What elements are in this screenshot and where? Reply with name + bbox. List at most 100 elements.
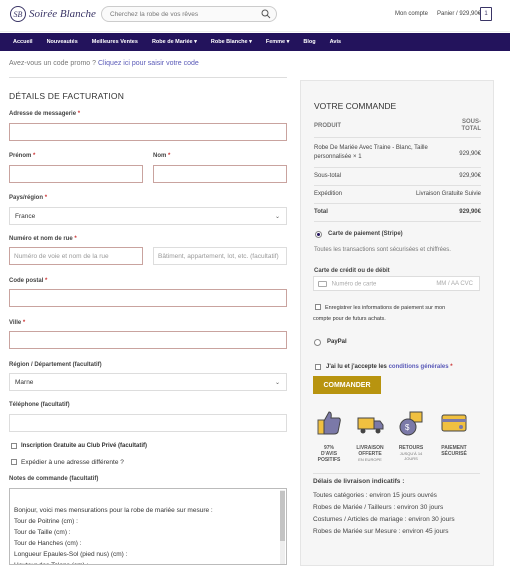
email-field[interactable] bbox=[9, 123, 287, 141]
region-label: Région / Département (facultatif) bbox=[9, 362, 102, 368]
feature-free-delivery: LIVRAISON OFFERTE EN EUROPE bbox=[352, 408, 388, 462]
billing-title: DÉTAILS DE FACTURATION bbox=[9, 91, 125, 101]
logo[interactable]: SB Soirée Blanche bbox=[10, 6, 96, 22]
nav-item-meilleures-ventes[interactable]: Meilleures Ventes bbox=[92, 39, 138, 45]
divider bbox=[314, 203, 481, 204]
subtotal-value: 929,90€ bbox=[459, 173, 481, 179]
club-label: Inscription Gratuite au Club Privé (facu… bbox=[21, 443, 148, 449]
delivery-line: Toutes catégories : environ 15 jours ouv… bbox=[313, 492, 437, 499]
returns-icon: $ bbox=[399, 411, 423, 436]
stripe-note: Toutes les transactions sont sécurisées … bbox=[314, 247, 451, 253]
paypal-label: PayPal bbox=[327, 339, 347, 345]
feature-returns: $ RETOURS JUSQU'À 14 JOURS bbox=[393, 408, 429, 461]
feature-reviews: 97% D'AVIS POSITIFS bbox=[311, 408, 347, 463]
chevron-down-icon: ⌄ bbox=[274, 380, 280, 386]
feature-returns-sub: JUSQU'À 14 JOURS bbox=[399, 451, 423, 461]
delivery-line: Robes de Mariée sur Mesure : environ 45 … bbox=[313, 528, 449, 535]
country-value: France bbox=[15, 213, 36, 220]
card-label: Carte de crédit ou de débit bbox=[314, 268, 390, 274]
secure-card-icon bbox=[441, 414, 467, 432]
terms-label: J'ai lu et j'accepte les conditions géné… bbox=[326, 364, 453, 370]
feature-free-delivery-sub: EN EUROPE bbox=[358, 457, 382, 462]
country-label: Pays/région * bbox=[9, 195, 48, 201]
total-row: Total 929,90€ bbox=[314, 209, 481, 215]
phone-field[interactable] bbox=[9, 414, 287, 432]
notes-label: Notes de commande (facultatif) bbox=[9, 476, 99, 482]
promo-text: Avez-vous un code promo ? bbox=[9, 60, 97, 67]
feature-secure-payment-label: PAIEMENT SÉCURISÉ bbox=[441, 445, 467, 457]
divider bbox=[314, 137, 481, 138]
nav-item-femme[interactable]: Femme ▾ bbox=[266, 39, 290, 45]
search-icon[interactable] bbox=[261, 9, 271, 19]
my-account-link[interactable]: Mon compte bbox=[395, 11, 428, 17]
delivery-truck-icon bbox=[357, 417, 384, 434]
terms-checkbox[interactable] bbox=[315, 364, 321, 370]
nav-item-accueil[interactable]: Accueil bbox=[13, 39, 33, 45]
feature-secure-payment: PAIEMENT SÉCURISÉ bbox=[436, 408, 472, 457]
order-header-product: PRODUIT bbox=[314, 123, 341, 129]
promo-notice: Avez-vous un code promo ? Cliquez ici po… bbox=[9, 60, 287, 78]
order-title: VOTRE COMMANDE bbox=[314, 101, 397, 111]
feature-reviews-label: 97% D'AVIS POSITIFS bbox=[317, 445, 341, 463]
region-value: Marne bbox=[15, 379, 34, 386]
delivery-title: Délais de livraison indicatifs : bbox=[313, 478, 405, 485]
stripe-label: Carte de paiement (Stripe) bbox=[328, 231, 403, 237]
terms-link[interactable]: conditions générales bbox=[389, 364, 449, 370]
subtotal-row: Sous-total 929,90€ bbox=[314, 173, 481, 179]
firstname-field[interactable] bbox=[9, 165, 143, 183]
region-select[interactable]: Marne ⌄ bbox=[9, 373, 287, 391]
billing-section: Avez-vous un code promo ? Cliquez ici po… bbox=[9, 60, 287, 107]
ship-different-checkbox[interactable] bbox=[11, 459, 17, 465]
lastname-label: Nom * bbox=[153, 153, 171, 159]
svg-text:$: $ bbox=[405, 423, 410, 432]
street-label: Numéro et nom de rue * bbox=[9, 236, 77, 242]
search-input[interactable]: Cherchez la robe de vos rêves bbox=[101, 6, 277, 22]
cart-bag-icon[interactable]: 1 bbox=[480, 7, 492, 21]
nav-item-robe-blanche[interactable]: Robe Blanche ▾ bbox=[211, 39, 252, 45]
order-item-name: Robe De Mariée Avec Traine - Blanc, Tail… bbox=[314, 145, 428, 151]
main-nav: Accueil Nouveautés Meilleures Ventes Rob… bbox=[0, 33, 510, 51]
postcode-field[interactable] bbox=[9, 289, 287, 307]
feature-free-delivery-label: LIVRAISON OFFERTE bbox=[356, 445, 384, 457]
email-label: Adresse de messagerie * bbox=[9, 111, 81, 117]
order-notes-value: Bonjour, voici mes mensurations pour la … bbox=[14, 507, 213, 564]
thumbs-up-icon bbox=[317, 411, 341, 435]
order-item-qty: personnalisée × 1 bbox=[314, 154, 362, 160]
shipping-value: Livraison Gratuite Suivie bbox=[415, 191, 481, 197]
club-checkbox[interactable] bbox=[11, 443, 17, 449]
city-field[interactable] bbox=[9, 331, 287, 349]
card-expiry-placeholder: MM / AA CVC bbox=[436, 281, 473, 287]
nav-item-avis[interactable]: Avis bbox=[330, 39, 341, 45]
textarea-scrollbar-thumb[interactable] bbox=[280, 491, 285, 541]
nav-item-nouveautes[interactable]: Nouveautés bbox=[47, 39, 78, 45]
card-number-field[interactable]: Numéro de carte MM / AA CVC bbox=[313, 276, 480, 291]
nav-item-blog[interactable]: Blog bbox=[303, 39, 315, 45]
divider bbox=[314, 185, 481, 186]
shipping-row: Expédition Livraison Gratuite Suivie bbox=[314, 191, 481, 197]
lastname-field[interactable] bbox=[153, 165, 287, 183]
chevron-down-icon: ⌄ bbox=[274, 214, 280, 220]
card-number-placeholder: Numéro de carte bbox=[331, 281, 377, 288]
order-notes-textarea[interactable]: Bonjour, voici mes mensurations pour la … bbox=[9, 488, 287, 565]
nav-item-robe-de-mariee[interactable]: Robe de Mariée ▾ bbox=[152, 39, 197, 45]
logo-mark-icon: SB bbox=[10, 6, 26, 22]
delivery-line: Robes de Mariée / Tailleurs : environ 30… bbox=[313, 504, 444, 511]
total-value: 929,90€ bbox=[459, 209, 481, 215]
place-order-button[interactable]: COMMANDER bbox=[313, 376, 381, 394]
promo-code-link[interactable]: Cliquez ici pour saisir votre code bbox=[98, 60, 199, 67]
top-header: SB Soirée Blanche Cherchez la robe de vo… bbox=[0, 0, 510, 32]
stripe-radio[interactable] bbox=[315, 231, 322, 238]
logo-text: Soirée Blanche bbox=[29, 8, 96, 20]
search-placeholder: Cherchez la robe de vos rêves bbox=[110, 11, 199, 18]
country-select[interactable]: France ⌄ bbox=[9, 207, 287, 225]
cart-link[interactable]: Panier / 929,90€ bbox=[437, 11, 481, 17]
street2-field[interactable]: Bâtiment, appartement, lot, etc. (facult… bbox=[153, 247, 287, 265]
divider bbox=[314, 167, 481, 168]
ship-different-label: Expédier à une adresse différente ? bbox=[21, 459, 124, 466]
credit-card-icon bbox=[318, 281, 327, 287]
delivery-line: Costumes / Articles de mariage : environ… bbox=[313, 516, 455, 523]
divider bbox=[313, 473, 480, 474]
street-field[interactable]: Numéro de voie et nom de la rue bbox=[9, 247, 143, 265]
paypal-radio[interactable] bbox=[314, 339, 321, 346]
city-label: Ville * bbox=[9, 320, 26, 326]
